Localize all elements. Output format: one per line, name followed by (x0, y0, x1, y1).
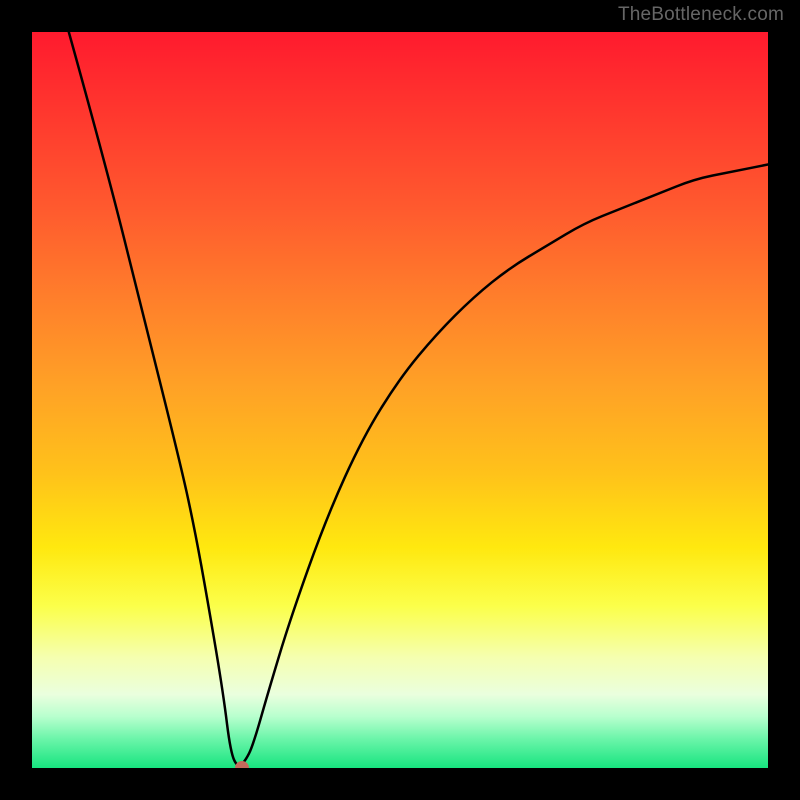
bottleneck-curve (32, 32, 768, 768)
optimum-marker (235, 761, 249, 768)
watermark-text: TheBottleneck.com (618, 4, 784, 26)
chart-frame: TheBottleneck.com (0, 0, 800, 800)
plot-area (32, 32, 768, 768)
